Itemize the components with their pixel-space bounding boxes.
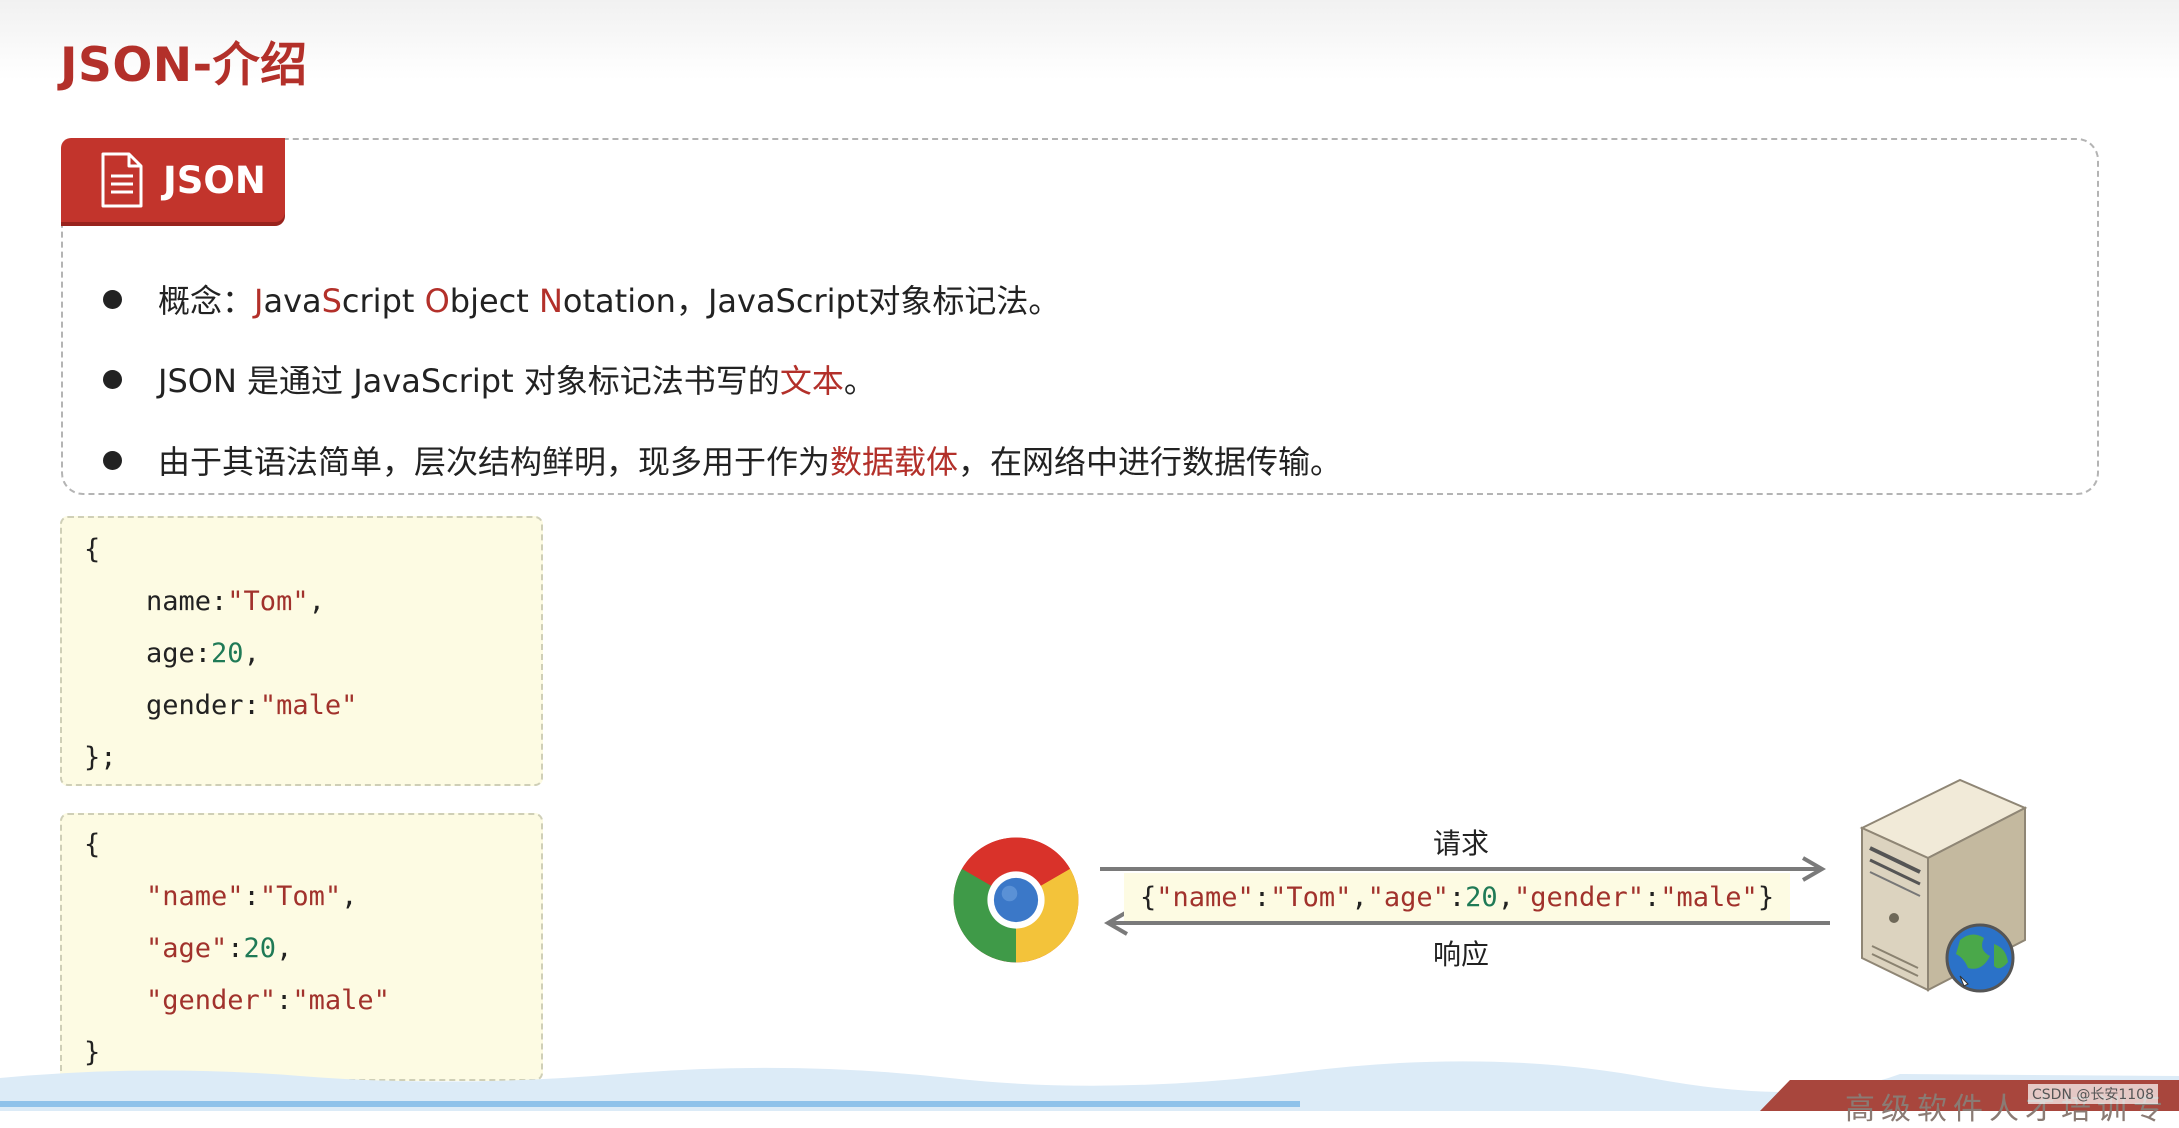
code-open: { — [84, 534, 101, 565]
text-bject: bject — [449, 282, 539, 320]
json-payload: {"name": "Tom", "age":20, "gender": "male"} — [1124, 873, 1791, 921]
code-line: age:20, — [146, 638, 260, 669]
payload-value: "male" — [1660, 881, 1758, 913]
bullet-text: 由于其语法简单，层次结构鲜明，现多用于作为数据载体，在网络中进行数据传输。 — [158, 437, 1342, 483]
watermark: CSDN @长安1108 — [2028, 1084, 2158, 1104]
code-end: , — [276, 933, 293, 964]
top-fade — [0, 0, 2179, 80]
code-line: "age":20, — [146, 933, 292, 964]
code-value: "Tom" — [259, 881, 342, 912]
letter-n: N — [538, 282, 563, 320]
code-value: "male" — [292, 985, 390, 1016]
code-value: 20 — [211, 638, 244, 669]
code-sep: : — [194, 638, 212, 669]
payload-comma: , — [1351, 881, 1368, 913]
json-code-box: { "name":"Tom", "age":20, "gender":"male… — [60, 813, 543, 1081]
code-key: gender — [146, 690, 244, 721]
code-open: { — [84, 829, 101, 860]
code-sep: : — [243, 881, 260, 912]
bullet-text: 概念：JavaScript Object Notation，JavaScript… — [158, 276, 1060, 322]
code-end: , — [341, 881, 358, 912]
code-key: "age" — [146, 933, 228, 964]
concept-label: 概念： — [158, 282, 255, 320]
payload-brace: { — [1140, 881, 1157, 913]
document-icon — [101, 152, 143, 208]
code-end: , — [308, 586, 325, 617]
letter-o: O — [424, 282, 450, 320]
bullet-text: JSON 是通过 JavaScript 对象标记法书写的文本。 — [158, 356, 876, 402]
code-sep: : — [243, 690, 260, 721]
payload-key: "name" — [1156, 881, 1254, 913]
code-key: name — [146, 586, 212, 617]
code-value: 20 — [243, 933, 277, 964]
code-key: "name" — [146, 881, 244, 912]
text-before: JSON 是通过 JavaScript 对象标记法书写的 — [158, 362, 780, 400]
code-line: name:"Tom", — [146, 586, 325, 617]
code-value: "Tom" — [227, 586, 309, 617]
bullet-dot — [103, 450, 122, 470]
code-key: "gender" — [146, 985, 277, 1016]
letter-s: S — [321, 282, 342, 320]
bullet-concept: 概念：JavaScript Object Notation，JavaScript… — [103, 276, 1060, 322]
payload-comma: , — [1497, 881, 1514, 913]
bullet-text-definition: JSON 是通过 JavaScript 对象标记法书写的文本。 — [103, 356, 876, 402]
text-after: ，在网络中进行数据传输。 — [958, 443, 1343, 481]
request-label: 请求 — [1433, 827, 1490, 860]
code-line: gender:"male" — [146, 690, 357, 721]
chrome-icon — [953, 837, 1079, 963]
code-line: "gender":"male" — [146, 985, 390, 1016]
code-key: age — [146, 638, 195, 669]
json-tab: JSON — [61, 138, 285, 222]
payload-key: "age" — [1367, 881, 1449, 913]
bullet-data-carrier: 由于其语法简单，层次结构鲜明，现多用于作为数据载体，在网络中进行数据传输。 — [103, 437, 1342, 483]
code-sep: : — [276, 985, 293, 1016]
text-cript: cript — [341, 282, 425, 320]
tab-label: JSON — [163, 158, 266, 202]
payload-sep: : — [1448, 881, 1466, 913]
code-end: , — [243, 638, 260, 669]
text-otation: otation — [562, 282, 676, 320]
highlight-text: 文本 — [779, 362, 844, 400]
highlight-text: 数据载体 — [830, 443, 959, 481]
text-rest: ，JavaScript对象标记法。 — [675, 282, 1061, 320]
bullet-dot — [103, 369, 122, 389]
code-line: "name":"Tom", — [146, 881, 357, 912]
response-label: 响应 — [1433, 938, 1490, 971]
code-sep: : — [227, 933, 244, 964]
text-before: 由于其语法简单，层次结构鲜明，现多用于作为 — [158, 443, 831, 481]
code-sep: : — [211, 586, 228, 617]
payload-value: 20 — [1465, 881, 1498, 913]
code-value: "male" — [259, 690, 358, 721]
payload-brace: } — [1757, 881, 1775, 913]
payload-sep: : — [1253, 881, 1271, 913]
js-object-code-box: { name:"Tom", age:20, gender:"male" }; — [60, 516, 543, 786]
text-after: 。 — [843, 362, 876, 400]
server-icon — [1859, 778, 2028, 993]
payload-value: "Tom" — [1270, 881, 1352, 913]
code-close: }; — [84, 742, 117, 773]
bullet-dot — [103, 289, 122, 309]
page-title: JSON-介绍 — [60, 38, 308, 93]
payload-sep: : — [1644, 881, 1661, 913]
text-ava: ava — [263, 282, 322, 320]
payload-key: "gender" — [1513, 881, 1644, 913]
